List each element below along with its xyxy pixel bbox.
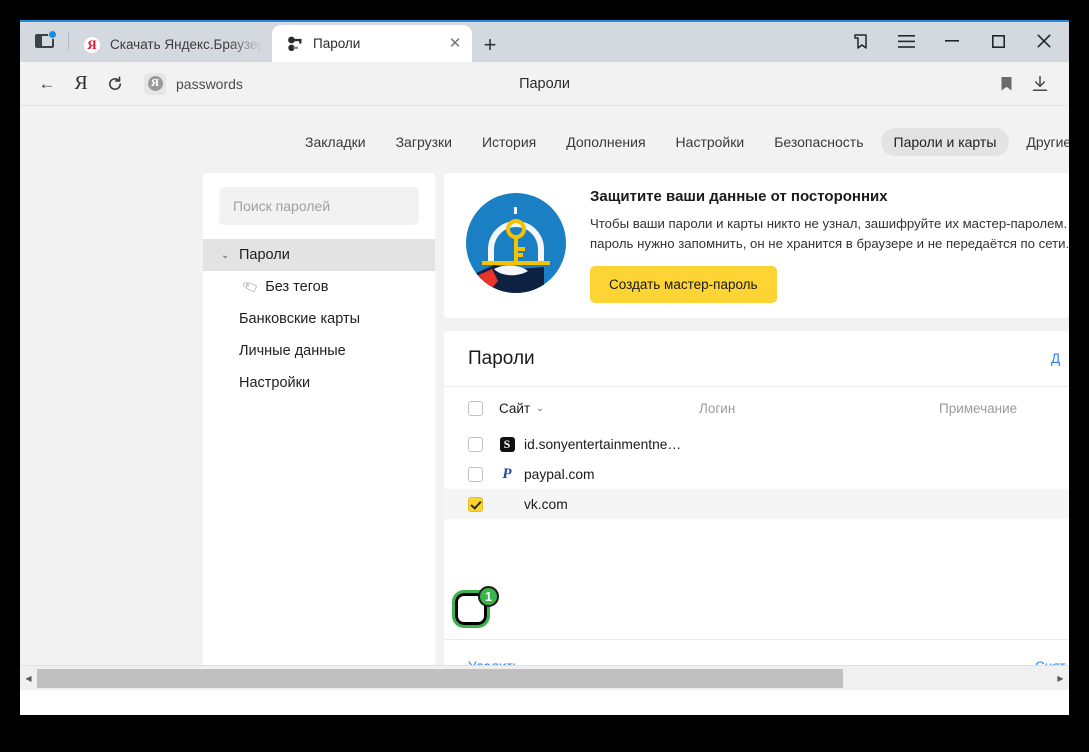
passwords-main: Защитите ваши данные от посторонних Чтоб…: [444, 173, 1069, 690]
scrollbar-thumb[interactable]: [37, 668, 843, 688]
download-icon[interactable]: [1025, 69, 1055, 99]
add-password-link[interactable]: Д: [1051, 351, 1069, 366]
address-bar-actions: [991, 69, 1055, 99]
sidebar-item-label: Личные данные: [239, 343, 346, 359]
sidebar-item-label: Без тегов: [265, 279, 329, 295]
address-bar: ← Я Я passwords Пароли: [20, 62, 1069, 106]
tab-list-toggle-button[interactable]: [20, 20, 68, 62]
tab-yandex-download[interactable]: Я Скачать Яндекс.Браузер д: [69, 27, 272, 62]
chevron-down-icon: ⌄: [221, 249, 230, 261]
settings-nav: Закладки Загрузки История Дополнения Нас…: [20, 106, 1069, 156]
scroll-left-arrow-icon[interactable]: ◀: [20, 674, 37, 683]
horizontal-scrollbar[interactable]: ◀ ▶: [20, 665, 1069, 690]
back-arrow-icon[interactable]: ←: [30, 67, 64, 101]
sony-icon: S: [499, 436, 515, 452]
search-input[interactable]: [219, 187, 419, 225]
tab-bar: Я Скачать Яндекс.Браузер д Пароли ✕ +: [20, 20, 1069, 62]
passwords-card: Пароли Д Сайт ⌄ Логин Примечание S id.so…: [444, 331, 1069, 690]
bookmark-icon[interactable]: [991, 69, 1021, 99]
promo-body-line1: Чтобы ваши пароли и карты никто не узнал…: [590, 215, 1069, 231]
column-note: Примечание: [939, 400, 1018, 416]
tab-title: Скачать Яндекс.Браузер д: [110, 37, 262, 52]
column-login: Логин: [699, 400, 736, 416]
search-container: [203, 187, 435, 239]
chevron-down-icon: ⌄: [536, 402, 544, 413]
yandex-icon: Я: [83, 36, 101, 54]
row-checkbox-vk[interactable]: [468, 496, 483, 512]
tag-icon: 🏷: [241, 277, 261, 297]
row-checkbox-paypal[interactable]: [468, 466, 483, 482]
passwords-sidebar: ⌄ Пароли 🏷 Без тегов Банковские карты Ли…: [203, 173, 435, 690]
browser-window: Я Скачать Яндекс.Браузер д Пароли ✕ + ← …: [20, 20, 1069, 715]
hamburger-menu-icon[interactable]: [883, 20, 929, 62]
url-input[interactable]: Я passwords: [140, 70, 255, 98]
select-all-checkbox[interactable]: [468, 400, 483, 416]
nav-other-devices[interactable]: Другие устройс: [1013, 128, 1069, 156]
home-yandex-button[interactable]: Я: [64, 67, 98, 101]
paypal-icon: P: [502, 465, 512, 482]
sidebar-item-bank-cards[interactable]: Банковские карты: [203, 303, 435, 335]
url-text: passwords: [176, 75, 243, 92]
create-master-password-button[interactable]: Создать мастер-пароль: [590, 266, 777, 304]
passwords-title: Пароли: [468, 347, 535, 369]
table-row[interactable]: vk.com: [444, 489, 1069, 519]
table-row[interactable]: S id.sonyentertainmentne…: [444, 429, 1069, 459]
nav-downloads[interactable]: Загрузки: [383, 128, 465, 156]
nav-settings[interactable]: Настройки: [663, 128, 758, 156]
scrollbar-track[interactable]: [37, 666, 1052, 691]
sidebar-item-settings[interactable]: Настройки: [203, 367, 435, 399]
reload-icon[interactable]: [98, 67, 132, 101]
passwords-table-header: Сайт ⌄ Логин Примечание: [444, 387, 1069, 429]
site-favicon: Я: [144, 72, 166, 95]
scroll-right-arrow-icon[interactable]: ▶: [1052, 674, 1069, 683]
vk-icon: [499, 496, 515, 512]
sidebar-item-label: Пароли: [239, 247, 290, 263]
settings-page: Закладки Загрузки История Дополнения Нас…: [20, 106, 1069, 690]
sidebar-item-label: Настройки: [239, 375, 311, 391]
close-icon[interactable]: [1021, 20, 1067, 62]
master-password-promo: Защитите ваши данные от посторонних Чтоб…: [444, 173, 1069, 318]
sidebar-item-no-tags[interactable]: 🏷 Без тегов: [203, 271, 435, 303]
minimize-icon[interactable]: [929, 20, 975, 62]
column-site[interactable]: Сайт ⌄: [499, 401, 699, 416]
row-site-label: id.sonyentertainmentne…: [524, 436, 682, 452]
row-checkbox-sony[interactable]: [468, 436, 483, 452]
sidebar-item-personal-data[interactable]: Личные данные: [203, 335, 435, 367]
nav-history[interactable]: История: [469, 128, 549, 156]
master-password-illustration: [464, 191, 568, 300]
nav-security[interactable]: Безопасность: [761, 128, 876, 156]
new-tab-button[interactable]: +: [472, 27, 508, 62]
row-site-label: paypal.com: [524, 466, 595, 482]
sidebar-item-passwords[interactable]: ⌄ Пароли: [203, 239, 435, 271]
sidebar-item-label: Банковские карты: [239, 311, 361, 327]
page-content: ⌄ Пароли 🏷 Без тегов Банковские карты Ли…: [20, 156, 1069, 690]
promo-title: Защитите ваши данные от посторонних: [590, 187, 888, 205]
collections-icon[interactable]: [837, 20, 883, 62]
column-site-label: Сайт: [499, 400, 531, 416]
nav-bookmarks[interactable]: Закладки: [292, 128, 379, 156]
annotation-badge-1: 1: [478, 586, 499, 607]
nav-addons[interactable]: Дополнения: [553, 128, 658, 156]
row-site-label: vk.com: [524, 496, 568, 512]
tab-passwords[interactable]: Пароли ✕: [272, 25, 472, 62]
nav-passwords-and-cards[interactable]: Пароли и карты: [880, 128, 1010, 156]
tab-title: Пароли: [313, 36, 361, 51]
maximize-icon[interactable]: [975, 20, 1021, 62]
notification-dot-icon: [48, 30, 57, 39]
promo-body-line2: пароль нужно запомнить, он не хранится в…: [590, 236, 1069, 251]
promo-text: Защитите ваши данные от посторонних Чтоб…: [590, 187, 1069, 304]
passwords-card-header: Пароли Д: [444, 331, 1069, 387]
passwords-key-icon: [286, 35, 304, 53]
window-controls: [837, 20, 1069, 62]
table-row[interactable]: P paypal.com: [444, 459, 1069, 489]
close-icon[interactable]: ✕: [444, 33, 466, 55]
